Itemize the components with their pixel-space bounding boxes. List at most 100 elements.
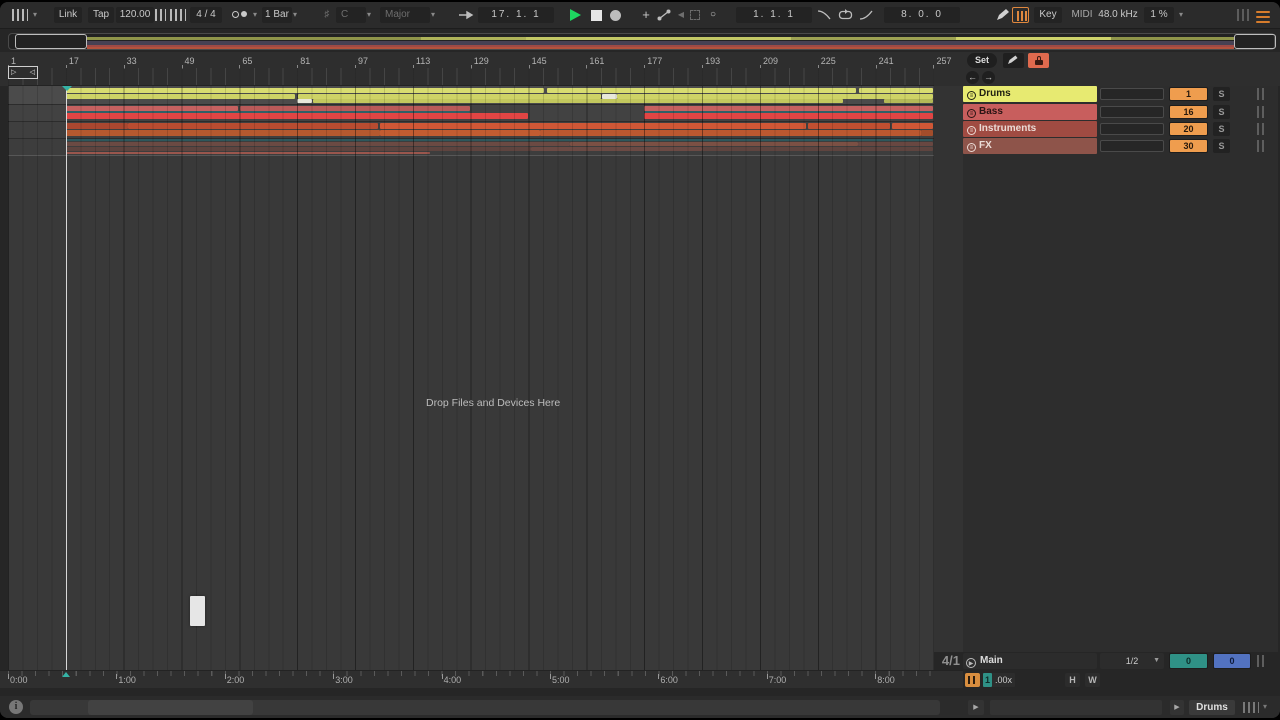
track-fold-icon[interactable]: ≡ [967, 143, 976, 152]
arrangement-canvas[interactable]: Drop Files and Devices Here [8, 86, 934, 670]
clip-segment[interactable] [921, 130, 933, 136]
key-root-menu[interactable]: C [336, 7, 366, 23]
solo-button[interactable]: S [1213, 122, 1230, 136]
prev-marker-button[interactable]: ← [966, 71, 979, 84]
track-name-header[interactable]: ≡Instruments [963, 121, 1097, 137]
track-number-box[interactable]: 20 [1169, 122, 1208, 136]
track-input-box[interactable] [1100, 106, 1164, 118]
lock-envelopes-button[interactable] [1028, 53, 1049, 68]
punch-in-icon[interactable] [817, 10, 831, 20]
clip-segment[interactable] [313, 99, 843, 103]
track-name-header[interactable]: ≡Drums [963, 86, 1097, 102]
tempo-field[interactable]: 120.00 [116, 7, 154, 23]
key-scale-menu[interactable]: Major [380, 7, 430, 23]
clip-segment[interactable] [380, 130, 540, 136]
clip-segment[interactable] [380, 123, 806, 129]
track-fold-icon[interactable]: ≡ [967, 126, 976, 135]
clip-segment[interactable] [859, 88, 933, 93]
solo-button[interactable]: S [1213, 105, 1230, 119]
key-map-button[interactable]: Key [1034, 7, 1062, 23]
computer-midi-keyboard-icon[interactable] [1012, 7, 1029, 23]
clip-segment[interactable] [884, 99, 933, 103]
arrangement-position-field[interactable]: 17. 1. 1 [478, 7, 554, 23]
preview-play-icon[interactable]: ▶ [968, 700, 984, 715]
selection-box-icon[interactable] [690, 10, 700, 20]
cpu-caret-icon[interactable]: ▾ [1179, 7, 1183, 23]
info-icon[interactable]: i [9, 700, 23, 714]
clip-segment[interactable] [66, 123, 128, 129]
track-fold-icon[interactable]: ≡ [967, 109, 976, 118]
link-button[interactable]: Link [54, 7, 82, 23]
clip-segment[interactable] [547, 88, 856, 93]
overview-view-box[interactable] [15, 34, 87, 49]
main-track-header[interactable]: ▶Main [963, 653, 1097, 669]
clip-segment[interactable] [66, 88, 544, 93]
monitor-play-icon[interactable]: ▶ [1170, 700, 1184, 715]
track-number-box[interactable]: 1 [1169, 87, 1208, 101]
grid-caret-icon[interactable]: ▼ [1153, 653, 1160, 669]
quantize-menu[interactable]: 1 Bar [262, 7, 292, 23]
track-input-box[interactable] [1100, 123, 1164, 135]
clip-segment[interactable] [66, 142, 570, 146]
clip-segment[interactable] [644, 113, 933, 119]
back-to-arrangement-icon[interactable]: ◀ [675, 7, 687, 23]
clip-segment[interactable] [531, 147, 702, 151]
clip-segment[interactable] [66, 147, 531, 151]
clip-segment[interactable] [66, 113, 528, 119]
clip-segment[interactable] [297, 99, 312, 103]
panel-layout-caret-icon[interactable]: ▾ [33, 7, 37, 23]
scale-icon[interactable]: ♯ [320, 7, 334, 23]
follow-icon[interactable] [458, 8, 474, 22]
key-root-caret-icon[interactable]: ▾ [367, 7, 371, 23]
clip-segment[interactable] [66, 130, 380, 136]
punch-out-icon[interactable] [859, 10, 873, 20]
panel-layout-icon[interactable] [12, 9, 28, 21]
track-number-box[interactable]: 16 [1169, 105, 1208, 119]
main-play-icon[interactable]: ▶ [966, 658, 976, 668]
beat-time-ruler[interactable]: 1173349658197113129145161177193209225241… [0, 52, 1280, 86]
clip-segment[interactable] [570, 142, 858, 146]
marker-pencil-button[interactable] [1003, 53, 1024, 68]
loop-icon[interactable] [838, 9, 853, 21]
track-number-box[interactable]: 30 [1169, 139, 1208, 153]
solo-button[interactable]: S [1213, 139, 1230, 153]
menu-icon[interactable] [1256, 8, 1270, 23]
clip-segment[interactable] [66, 139, 933, 141]
track-input-box[interactable] [1100, 88, 1164, 100]
play-button[interactable] [570, 9, 581, 21]
clip-segment[interactable] [858, 142, 933, 146]
zoom-height-button[interactable]: H [1065, 673, 1080, 687]
overview-view-box[interactable] [1234, 34, 1276, 49]
output-meter-caret-icon[interactable]: ▾ [1263, 702, 1267, 711]
playhead[interactable] [66, 86, 67, 670]
key-scale-caret-icon[interactable]: ▾ [431, 7, 435, 23]
punch-icon[interactable]: ○ [706, 7, 720, 23]
clip-segment[interactable] [892, 123, 933, 129]
next-marker-button[interactable]: → [982, 71, 995, 84]
mixer-fader-icon[interactable] [965, 673, 980, 687]
nudge-down-icon[interactable] [155, 9, 166, 21]
arrangement-overview[interactable] [8, 33, 1275, 50]
grid-interval-menu[interactable]: 1/2▼ [1100, 653, 1164, 669]
record-button[interactable] [610, 10, 621, 21]
zoom-level-field[interactable]: 1.00x [983, 673, 1015, 687]
time-signature-field[interactable]: 4 / 4 [190, 7, 222, 23]
track-input-box[interactable] [1100, 140, 1164, 152]
loop-brace[interactable]: ▷◁ [8, 66, 38, 79]
clip-segment[interactable] [702, 147, 933, 151]
ruler-ticks[interactable] [8, 68, 934, 86]
time-ruler[interactable]: 0:001:002:003:004:005:006:007:008:00 [0, 670, 963, 688]
stop-button[interactable] [591, 10, 602, 21]
clip-segment[interactable] [540, 130, 921, 136]
zoom-width-button[interactable]: W [1085, 673, 1100, 687]
clip-segment[interactable] [66, 94, 295, 99]
track-name-header[interactable]: ≡FX [963, 138, 1097, 154]
midi-map-button[interactable]: MIDI [1068, 7, 1096, 23]
metronome-caret-icon[interactable]: ▾ [253, 7, 257, 23]
metronome-icon[interactable] [227, 7, 251, 23]
tap-tempo-button[interactable]: Tap [88, 7, 114, 23]
nudge-up-icon[interactable] [170, 9, 186, 21]
blue-value-box[interactable]: 0 [1213, 653, 1251, 669]
teal-value-box[interactable]: 0 [1169, 653, 1208, 669]
solo-button[interactable]: S [1213, 87, 1230, 101]
